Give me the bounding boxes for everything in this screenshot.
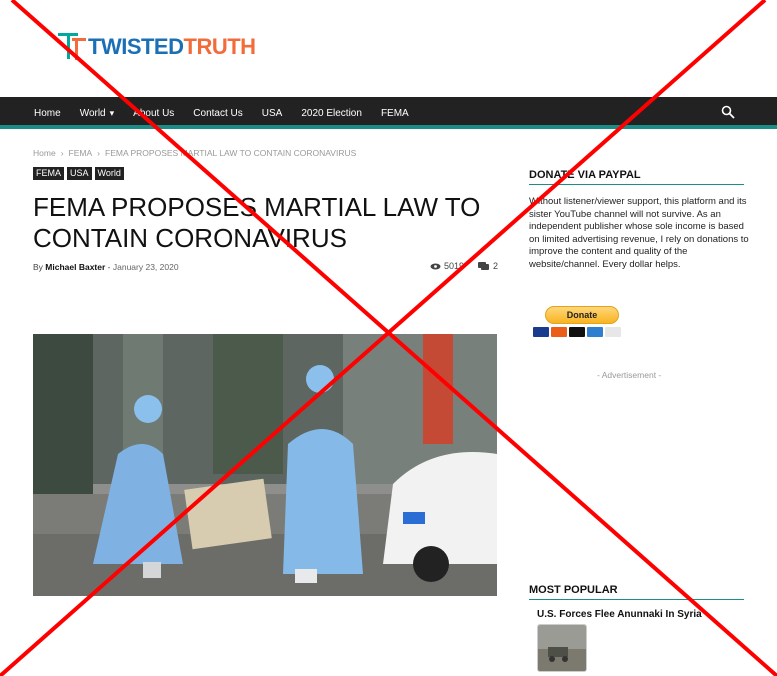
nav-item-2020-election[interactable]: 2020 Election xyxy=(301,108,362,119)
main-navbar: Home World ▾ About Us Contact Us USA 2020… xyxy=(0,97,777,129)
visa-card-icon xyxy=(533,327,549,337)
paypal-donate-widget: Donate xyxy=(533,306,623,337)
advertisement-label: - Advertisement - xyxy=(597,370,662,380)
breadcrumb-fema[interactable]: FEMA xyxy=(69,148,93,158)
logo-mark-icon xyxy=(58,33,86,61)
popular-article-thumbnail[interactable] xyxy=(537,624,587,672)
comment-icon[interactable] xyxy=(478,261,490,271)
hero-photo xyxy=(33,334,497,596)
tag-usa[interactable]: USA xyxy=(67,167,92,180)
donate-description: Without listener/viewer support, this pl… xyxy=(529,196,749,270)
breadcrumb-home[interactable]: Home xyxy=(33,148,56,158)
thumbnail-image xyxy=(538,625,586,671)
breadcrumb: Home › FEMA › FEMA PROPOSES MARTIAL LAW … xyxy=(33,148,356,158)
payment-cards xyxy=(533,327,623,337)
site-logo[interactable]: TWISTEDTRUTH xyxy=(58,32,256,62)
breadcrumb-separator-icon: › xyxy=(97,148,100,158)
article-hero-image xyxy=(33,334,497,596)
donate-button[interactable]: Donate xyxy=(545,306,619,324)
logo-text: TWISTEDTRUTH xyxy=(88,34,256,60)
tag-world[interactable]: World xyxy=(94,167,124,180)
view-count: 5019 xyxy=(444,261,465,271)
publish-date: January 23, 2020 xyxy=(112,262,179,272)
article-title: FEMA PROPOSES MARTIAL LAW TO CONTAIN COR… xyxy=(33,192,481,253)
logo-text-part2: TRUTH xyxy=(183,34,257,59)
nav-item-fema[interactable]: FEMA xyxy=(381,108,409,119)
nav-item-usa[interactable]: USA xyxy=(262,108,283,119)
nav-item-home[interactable]: Home xyxy=(34,108,61,119)
search-icon[interactable] xyxy=(721,105,735,119)
comment-count[interactable]: 2 xyxy=(493,261,498,271)
nav-item-world[interactable]: World ▾ xyxy=(80,108,114,119)
donate-heading: DONATE VIA PAYPAL xyxy=(529,169,744,185)
chevron-down-icon: ▾ xyxy=(109,107,115,118)
mastercard-icon xyxy=(551,327,567,337)
nav-menu: Home World ▾ About Us Contact Us USA 2020… xyxy=(34,97,428,129)
breadcrumb-current: FEMA PROPOSES MARTIAL LAW TO CONTAIN COR… xyxy=(105,148,357,158)
article-stats: 5019 2 xyxy=(430,261,498,271)
discover-card-icon xyxy=(605,327,621,337)
most-popular-heading: MOST POPULAR xyxy=(529,584,744,600)
popular-article-link[interactable]: U.S. Forces Flee Anunnaki In Syria xyxy=(537,609,702,620)
nav-item-world-label: World xyxy=(79,107,106,119)
eye-icon xyxy=(430,263,441,269)
nav-item-contact-us[interactable]: Contact Us xyxy=(193,108,242,119)
byline-prefix: By xyxy=(33,262,43,272)
maestro-card-icon xyxy=(569,327,585,337)
author-link[interactable]: Michael Baxter xyxy=(45,262,105,272)
logo-text-part1: TWISTED xyxy=(88,34,184,59)
amex-card-icon xyxy=(587,327,603,337)
breadcrumb-separator-icon: › xyxy=(60,148,64,158)
article-tags: FEMA USA World xyxy=(33,167,127,180)
article-meta: By Michael Baxter - January 23, 2020 xyxy=(33,262,179,272)
nav-item-about-us[interactable]: About Us xyxy=(133,108,174,119)
tag-fema[interactable]: FEMA xyxy=(33,167,65,180)
